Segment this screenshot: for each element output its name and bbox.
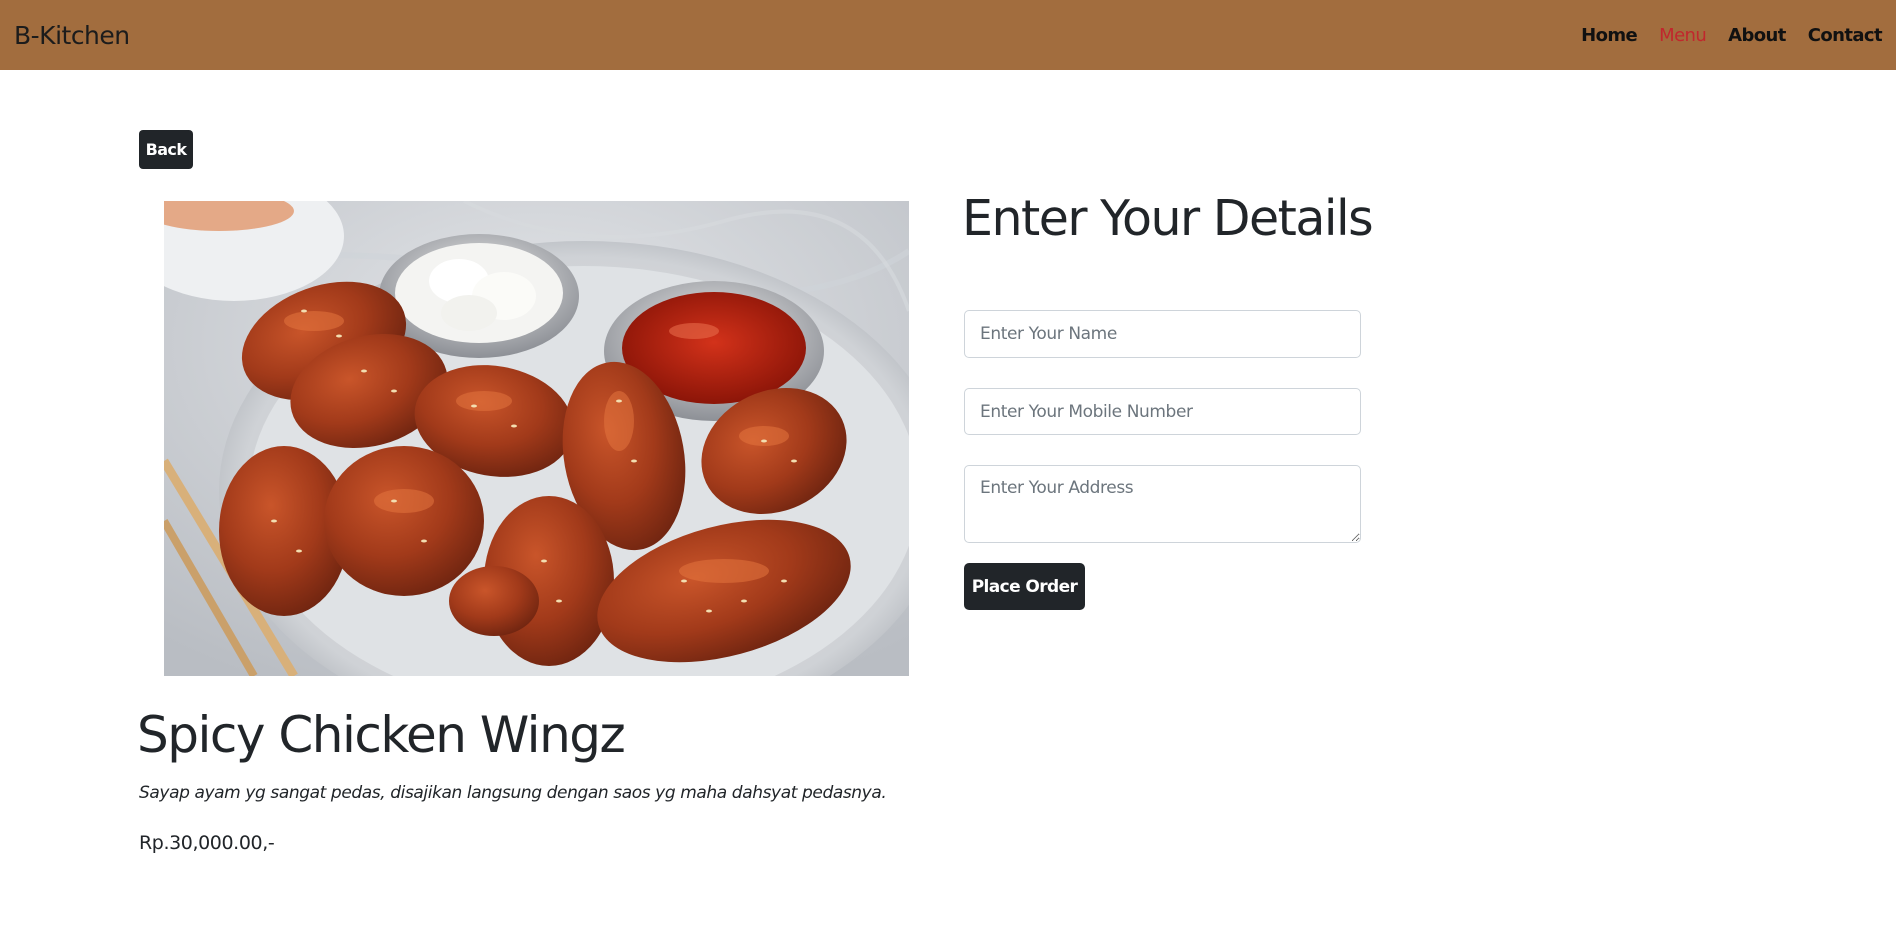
chicken-wings-photo bbox=[164, 201, 909, 676]
product-price: Rp.30,000.00,- bbox=[139, 832, 275, 854]
navbar: B-Kitchen Home Menu About Contact bbox=[0, 0, 1896, 70]
place-order-button[interactable]: Place Order bbox=[964, 563, 1085, 610]
form-title: Enter Your Details bbox=[962, 190, 1374, 247]
name-input[interactable] bbox=[964, 310, 1361, 358]
product-description: Sayap ayam yg sangat pedas, disajikan la… bbox=[139, 783, 887, 803]
address-textarea[interactable] bbox=[964, 465, 1361, 543]
product-image bbox=[164, 201, 909, 676]
nav-links: Home Menu About Contact bbox=[1581, 25, 1882, 46]
nav-link-contact[interactable]: Contact bbox=[1808, 25, 1883, 46]
mobile-number-input[interactable] bbox=[964, 388, 1361, 435]
nav-link-menu[interactable]: Menu bbox=[1659, 25, 1707, 46]
back-button[interactable]: Back bbox=[139, 130, 193, 169]
brand-logo[interactable]: B-Kitchen bbox=[14, 21, 130, 50]
nav-link-about[interactable]: About bbox=[1728, 25, 1786, 46]
product-title: Spicy Chicken Wingz bbox=[137, 706, 626, 764]
nav-link-home[interactable]: Home bbox=[1581, 25, 1638, 46]
